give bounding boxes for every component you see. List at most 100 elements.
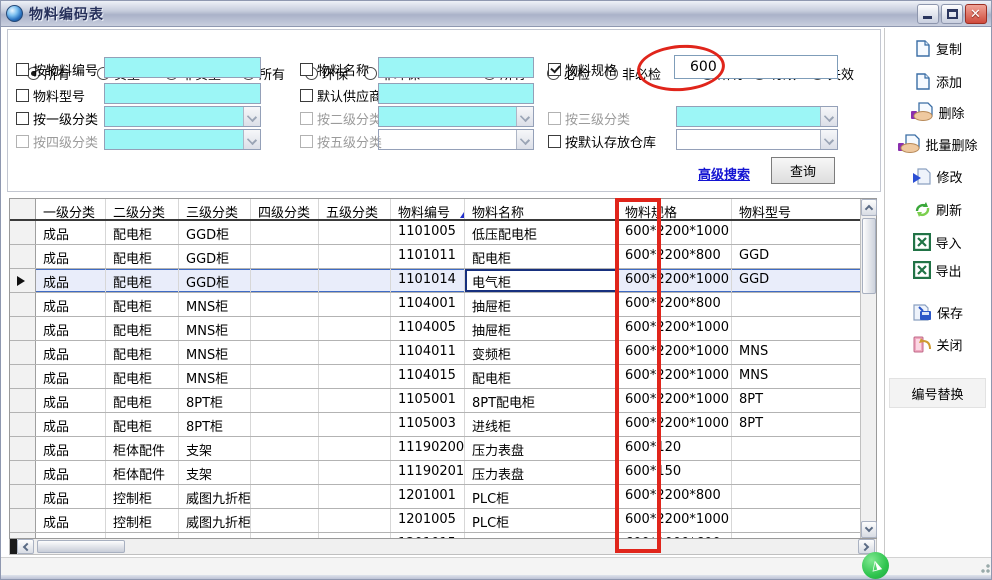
table-cell[interactable]: 600*2200*1000: [618, 269, 732, 292]
table-cell[interactable]: [251, 317, 319, 340]
row-gutter[interactable]: [10, 509, 36, 532]
table-cell[interactable]: [319, 413, 391, 436]
category-level2-combo[interactable]: [378, 106, 534, 127]
table-cell[interactable]: 配电柜: [106, 317, 179, 340]
table-cell[interactable]: 压力表盘: [465, 461, 618, 484]
checkbox-category-level4[interactable]: 按四级分类: [16, 132, 98, 151]
add-button[interactable]: 添加: [885, 69, 990, 93]
chevron-down-icon[interactable]: [820, 130, 837, 149]
table-cell[interactable]: 成品: [36, 389, 106, 412]
table-cell[interactable]: 配电柜: [106, 413, 179, 436]
table-cell[interactable]: [251, 533, 319, 538]
table-cell[interactable]: [251, 341, 319, 364]
table-row[interactable]: 成品配电柜MNS柜1104015配电柜600*2200*1000MNS: [10, 365, 860, 389]
table-cell[interactable]: 111902010: [391, 461, 465, 484]
table-cell[interactable]: 成品: [36, 485, 106, 508]
table-cell[interactable]: 低压配电柜: [465, 221, 618, 244]
green-status-ball-icon[interactable]: ◮: [862, 552, 889, 579]
table-cell[interactable]: 600*2200*800: [618, 293, 732, 316]
row-gutter[interactable]: [10, 293, 36, 316]
table-cell[interactable]: [319, 365, 391, 388]
table-cell[interactable]: 8PT: [732, 389, 860, 412]
table-cell[interactable]: 成品: [36, 461, 106, 484]
row-gutter[interactable]: [10, 245, 36, 268]
close-form-button[interactable]: 关闭: [885, 332, 990, 356]
table-cell[interactable]: 成品: [36, 341, 106, 364]
close-button[interactable]: ✕: [965, 4, 987, 24]
table-cell[interactable]: 111902004: [391, 437, 465, 460]
column-header[interactable]: 物料规格: [618, 199, 732, 219]
save-button[interactable]: 保存: [885, 300, 990, 324]
material-model-input[interactable]: [104, 83, 261, 104]
row-gutter[interactable]: [10, 461, 36, 484]
table-cell[interactable]: 600*2200*800: [618, 245, 732, 268]
table-cell[interactable]: 柜体配件: [106, 437, 179, 460]
table-cell[interactable]: 成品: [36, 437, 106, 460]
table-cell[interactable]: 配电柜: [106, 341, 179, 364]
row-gutter[interactable]: [10, 317, 36, 340]
row-gutter[interactable]: [10, 437, 36, 460]
column-header[interactable]: 四级分类: [251, 199, 319, 219]
table-cell[interactable]: 600*2200*1000: [618, 389, 732, 412]
table-cell[interactable]: 1104005: [391, 317, 465, 340]
table-row[interactable]: 成品控制柜威图九折柜1201015控制柜600*1000*600威图九柜: [10, 533, 860, 538]
table-row[interactable]: 成品配电柜MNS柜1104011变频柜600*2200*1000MNS: [10, 341, 860, 365]
vertical-scrollbar[interactable]: [860, 199, 876, 538]
checkbox-category-level3[interactable]: 按三级分类: [548, 109, 630, 128]
table-row[interactable]: 成品配电柜8PT柜1105003进线柜600*2200*10008PT: [10, 413, 860, 437]
table-cell[interactable]: 600*2200*1000: [618, 221, 732, 244]
table-cell[interactable]: [732, 485, 860, 508]
table-cell[interactable]: 变频柜: [465, 341, 618, 364]
table-cell[interactable]: 1105001: [391, 389, 465, 412]
chevron-down-icon[interactable]: [516, 107, 533, 126]
batch-delete-button[interactable]: 批量删除: [885, 132, 990, 156]
table-cell[interactable]: [732, 461, 860, 484]
table-cell[interactable]: GGD柜: [179, 221, 251, 244]
table-cell[interactable]: GGD: [732, 269, 860, 292]
table-cell[interactable]: 成品: [36, 365, 106, 388]
checkbox-material-name[interactable]: 物料名称: [300, 60, 369, 79]
column-header[interactable]: 物料编号: [391, 199, 465, 219]
table-cell[interactable]: 柜体配件: [106, 461, 179, 484]
scroll-up-button[interactable]: [861, 199, 877, 216]
table-cell[interactable]: [732, 317, 860, 340]
horizontal-scroll-thumb[interactable]: [37, 540, 125, 553]
table-cell[interactable]: [251, 293, 319, 316]
checkbox-default-warehouse[interactable]: 按默认存放仓库: [548, 132, 656, 151]
material-code-input[interactable]: [104, 57, 261, 78]
table-cell[interactable]: 抽屉柜: [465, 293, 618, 316]
table-cell[interactable]: 抽屉柜: [465, 317, 618, 340]
table-cell[interactable]: 威图九折柜: [179, 533, 251, 538]
table-cell[interactable]: 1105003: [391, 413, 465, 436]
row-gutter[interactable]: [10, 485, 36, 508]
table-cell[interactable]: MNS柜: [179, 365, 251, 388]
table-cell[interactable]: 8PT: [732, 413, 860, 436]
category-level1-combo[interactable]: [104, 106, 261, 127]
table-cell[interactable]: [251, 461, 319, 484]
table-cell[interactable]: [319, 341, 391, 364]
table-cell[interactable]: [732, 509, 860, 532]
table-cell[interactable]: 进线柜: [465, 413, 618, 436]
table-cell[interactable]: 威图九折柜: [179, 485, 251, 508]
table-cell[interactable]: [319, 389, 391, 412]
table-cell[interactable]: MNS: [732, 365, 860, 388]
table-cell[interactable]: 600*2200*1000: [618, 365, 732, 388]
table-cell[interactable]: [251, 509, 319, 532]
row-gutter[interactable]: [10, 389, 36, 412]
table-row[interactable]: 成品配电柜MNS柜1104005抽屉柜600*2200*1000: [10, 317, 860, 341]
table-cell[interactable]: 1101011: [391, 245, 465, 268]
table-cell[interactable]: 1201005: [391, 509, 465, 532]
resize-grip-icon[interactable]: [978, 561, 990, 573]
default-supplier-input[interactable]: [378, 83, 534, 104]
table-cell[interactable]: [319, 509, 391, 532]
table-cell[interactable]: 成品: [36, 269, 106, 292]
table-cell[interactable]: 控制柜: [106, 509, 179, 532]
table-cell[interactable]: 威图九柜: [732, 533, 860, 538]
minimize-button[interactable]: [917, 4, 939, 24]
checkbox-default-supplier[interactable]: 默认供应商: [300, 86, 382, 105]
table-cell[interactable]: [251, 389, 319, 412]
checkbox-category-level2[interactable]: 按二级分类: [300, 109, 382, 128]
table-cell[interactable]: 1201015: [391, 533, 465, 538]
row-gutter[interactable]: [10, 365, 36, 388]
table-cell[interactable]: 600*2200*1000: [618, 413, 732, 436]
